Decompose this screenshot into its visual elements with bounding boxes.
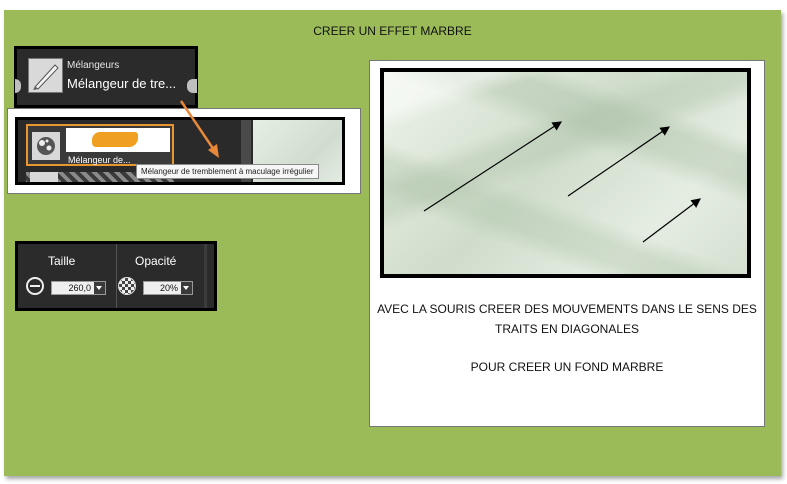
texture-icon-2 [30, 172, 58, 182]
texture-icon [32, 132, 60, 160]
chevron-down-icon[interactable] [94, 282, 105, 294]
brush-selector-panel[interactable]: Mélangeurs Mélangeur de tre... [14, 46, 198, 108]
panel-scroll-handle[interactable] [187, 79, 197, 93]
stroke-arrow [642, 198, 701, 243]
opacity-label: Opacité [135, 254, 177, 268]
opacity-value: 20% [159, 283, 178, 293]
panel-divider [204, 244, 207, 308]
variants-box: Mélangeur de... Mélangeur de tremblement… [7, 108, 361, 194]
size-opacity-panel: Taille 260,0 Opacité 20% [15, 241, 217, 311]
instruction-panel: AVEC LA SOURIS CREER DES MOUVEMENTS DANS… [369, 60, 765, 427]
panel-divider [116, 244, 117, 308]
variant-label: Mélangeur de... [68, 155, 131, 165]
brush-icon [28, 58, 63, 93]
instruction-text: AVEC LA SOURIS CREER DES MOUVEMENTS DANS… [377, 302, 757, 336]
chevron-down-icon[interactable] [181, 282, 192, 294]
size-input[interactable]: 260,0 [51, 281, 106, 295]
brush-name-label[interactable]: Mélangeur de tre... [67, 76, 176, 91]
size-value: 260,0 [68, 283, 91, 293]
brush-tooltip: Mélangeur de tremblement à maculage irré… [136, 164, 319, 179]
stroke-arrow [567, 126, 670, 197]
instruction-text-2: POUR CREER UN FOND MARBRE [470, 360, 664, 374]
stroke-arrow [423, 121, 563, 212]
diagonal-arrows [423, 121, 701, 243]
brush-variant-selected[interactable]: Mélangeur de... [26, 124, 174, 166]
marble-preview-image [380, 68, 751, 278]
page-title: CREER UN EFFET MARBRE [313, 24, 472, 38]
panel-edge-handle[interactable] [15, 79, 21, 93]
size-label: Taille [48, 254, 76, 268]
opacity-input[interactable]: 20% [143, 281, 193, 295]
size-icon[interactable] [26, 277, 44, 295]
stroke-preview [66, 128, 170, 152]
opacity-icon[interactable] [118, 277, 136, 295]
brush-category-label: Mélangeurs [67, 60, 120, 71]
